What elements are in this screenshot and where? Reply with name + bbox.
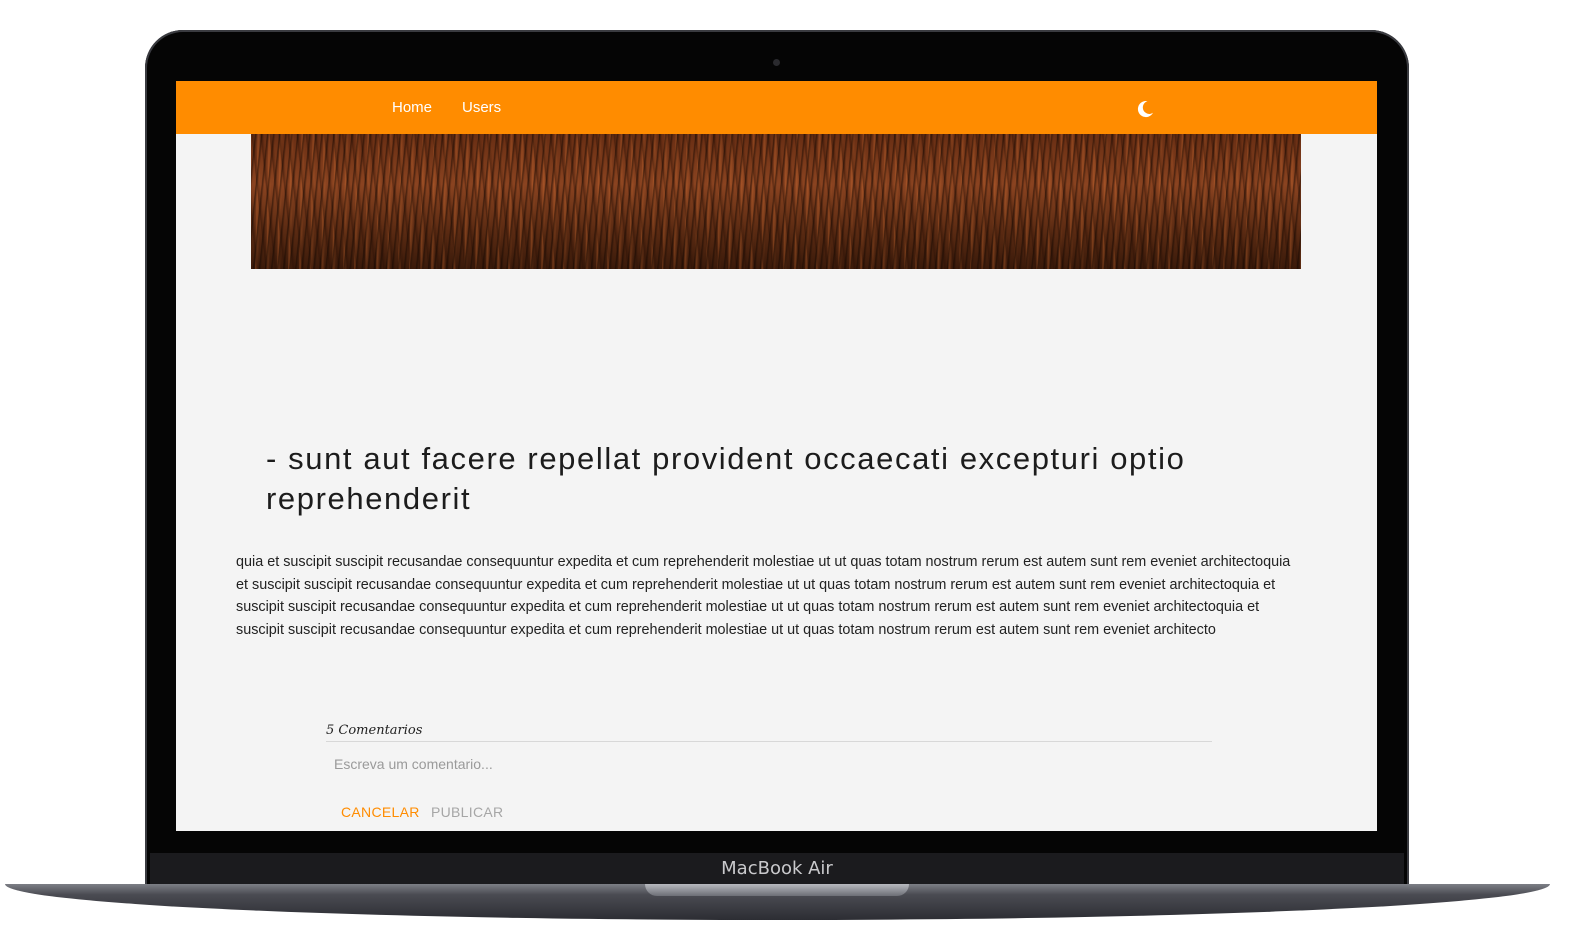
publish-button[interactable]: PUBLICAR (431, 804, 503, 820)
comments-count: 5 Comentarios (326, 723, 423, 738)
theme-toggle-button[interactable] (1134, 98, 1156, 120)
divider (326, 741, 1212, 742)
laptop-notch (645, 884, 909, 896)
navbar: Home Users (176, 81, 1377, 134)
post-body: quia et suscipit suscipit recusandae con… (236, 554, 1291, 638)
comment-input[interactable] (332, 752, 1196, 776)
device-label: MacBook Air (721, 858, 833, 879)
moon-icon (1137, 101, 1153, 118)
cancel-button[interactable]: CANCELAR (341, 804, 420, 820)
nav-users-link[interactable]: Users (462, 99, 501, 116)
nav-home-link[interactable]: Home (392, 99, 432, 116)
camera-icon (773, 59, 780, 66)
post-title: - sunt aut facere repellat provident occ… (266, 441, 1186, 516)
browser-viewport: Home Users - sunt aut facere repellat pr… (176, 81, 1377, 831)
device-mockup: Home Users - sunt aut facere repellat pr… (0, 0, 1572, 941)
